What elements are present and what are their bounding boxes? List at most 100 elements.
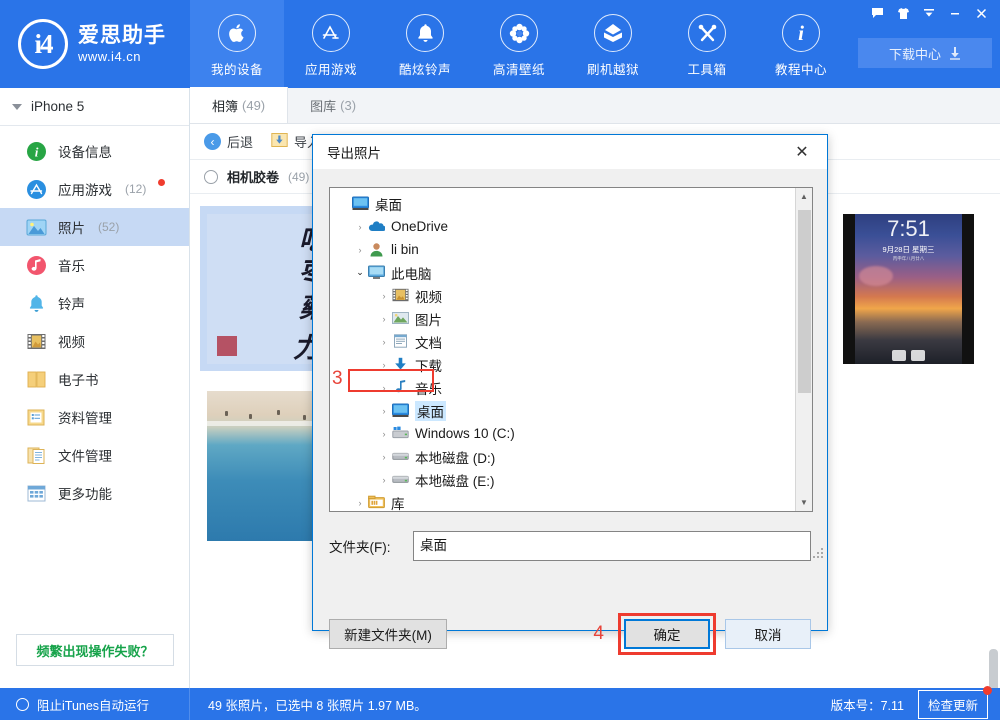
- folder-input[interactable]: 桌面: [413, 531, 811, 561]
- tree-item-label: 视频: [415, 286, 442, 306]
- tree-item-pictures[interactable]: › 图片: [336, 307, 795, 330]
- sidebar-item-data-management[interactable]: 资料管理: [0, 398, 189, 436]
- import-icon: [271, 132, 288, 151]
- sidebar-item-more-features[interactable]: 更多功能: [0, 474, 189, 512]
- tree-expander[interactable]: ›: [352, 222, 368, 232]
- sidebar-item-ringtones[interactable]: 铃声: [0, 284, 189, 322]
- tree-item-windows-c[interactable]: › Windows 10 (C:): [336, 422, 795, 445]
- tree-expander[interactable]: ›: [352, 498, 368, 508]
- check-update-label: 检查更新: [928, 699, 978, 713]
- nav-item-flash-jailbreak[interactable]: 刷机越狱: [566, 0, 660, 88]
- sidebar-item-apps-games[interactable]: 应用游戏 (12): [0, 170, 189, 208]
- tree-expander[interactable]: ›: [376, 383, 392, 393]
- close-icon[interactable]: [968, 2, 994, 24]
- tree-expander[interactable]: ›: [376, 337, 392, 347]
- tab-count: (3): [340, 98, 356, 113]
- sidebar-item-ebooks[interactable]: 电子书: [0, 360, 189, 398]
- album-select-radio[interactable]: [204, 170, 218, 184]
- info-icon: i: [26, 141, 47, 162]
- close-icon[interactable]: ✕: [787, 138, 817, 166]
- block-itunes-toggle[interactable]: 阻止iTunes自动运行: [0, 688, 190, 720]
- tree-item-user[interactable]: › li bin: [336, 238, 795, 261]
- nav-item-apps-games[interactable]: 应用游戏: [284, 0, 378, 88]
- nav-item-ringtones[interactable]: 酷炫铃声: [378, 0, 472, 88]
- tree-item-onedrive[interactable]: › OneDrive: [336, 215, 795, 238]
- sidebar-item-music[interactable]: 音乐: [0, 246, 189, 284]
- dialog-title-bar: 导出照片 ✕: [313, 135, 827, 169]
- desktop-icon: [392, 403, 410, 419]
- desktop-icon: [352, 196, 370, 212]
- tree-expander[interactable]: ›: [376, 314, 392, 324]
- nav-label: 教程中心: [775, 59, 827, 78]
- device-selector[interactable]: iPhone 5: [0, 88, 189, 126]
- tree-item-label: 下载: [415, 355, 442, 375]
- tree-item-this-pc[interactable]: ⌄ 此电脑: [336, 261, 795, 284]
- ok-button[interactable]: 确定: [624, 619, 710, 649]
- tree-expander[interactable]: ›: [376, 429, 392, 439]
- feedback-icon[interactable]: [864, 2, 890, 24]
- lockscreen-date: 9月28日 星期三: [855, 244, 962, 255]
- nav-item-my-device[interactable]: 我的设备: [190, 0, 284, 88]
- tab-albums[interactable]: 相簿 (49): [190, 87, 288, 123]
- tree-scrollbar[interactable]: ▲ ▼: [795, 188, 812, 511]
- back-button[interactable]: ‹ 后退: [204, 132, 253, 151]
- skin-icon[interactable]: [890, 2, 916, 24]
- app-header: i4 爱思助手 www.i4.cn 我的设备 应用游戏: [0, 0, 1000, 88]
- sidebar-item-photos[interactable]: 照片 (52): [0, 208, 189, 246]
- tree-item-documents[interactable]: › 文档: [336, 330, 795, 353]
- nav-item-wallpapers[interactable]: 高清壁纸: [472, 0, 566, 88]
- tree-item-libraries[interactable]: › 库: [336, 491, 795, 511]
- album-name: 相机胶卷: [227, 167, 279, 186]
- chevron-down-icon: [12, 104, 22, 110]
- tree-expander[interactable]: ›: [376, 291, 392, 301]
- sidebar-item-label: 资料管理: [58, 407, 112, 427]
- nav-label: 高清壁纸: [493, 59, 545, 78]
- download-center-button[interactable]: 下载中心: [858, 38, 992, 68]
- appstore-icon: [26, 179, 47, 200]
- folder-field-label: 文件夹(F):: [329, 536, 403, 556]
- windrive-icon: [392, 426, 410, 442]
- tree-item-desktop-selected[interactable]: › 桌面: [336, 399, 795, 422]
- tree-item-label: 桌面: [415, 401, 446, 421]
- content-scrollbar[interactable]: [989, 649, 998, 688]
- nav-item-toolbox[interactable]: 工具箱: [660, 0, 754, 88]
- sidebar-item-video[interactable]: 视频: [0, 322, 189, 360]
- scroll-up-icon[interactable]: ▲: [796, 188, 813, 205]
- ok-button-highlight: 确定: [618, 613, 716, 655]
- tree-expander[interactable]: ⌄: [352, 267, 368, 278]
- status-bar: 阻止iTunes自动运行 49 张照片，已选中 8 张照片 1.97 MB。 版…: [0, 688, 1000, 720]
- minimize-icon[interactable]: [942, 2, 968, 24]
- tree-item-music[interactable]: › 音乐: [336, 376, 795, 399]
- tree-expander[interactable]: ›: [376, 452, 392, 462]
- tree-expander[interactable]: ›: [376, 475, 392, 485]
- onedrive-icon: [368, 219, 386, 235]
- bell-icon: [406, 14, 444, 52]
- cancel-button[interactable]: 取消: [725, 619, 811, 649]
- video-icon: [26, 331, 47, 352]
- sidebar-item-label: 文件管理: [58, 445, 112, 465]
- tree-item-desktop-root[interactable]: 桌面: [336, 192, 795, 215]
- tree-item-downloads[interactable]: › 下载: [336, 353, 795, 376]
- folder-tree[interactable]: 桌面 › OneDrive › li bin: [329, 187, 813, 512]
- scroll-down-icon[interactable]: ▼: [796, 494, 813, 511]
- photo-icon: [26, 217, 47, 238]
- nav-item-tutorials[interactable]: i 教程中心: [754, 0, 848, 88]
- sidebar-item-file-management[interactable]: 文件管理: [0, 436, 189, 474]
- tree-item-videos[interactable]: › 视频: [336, 284, 795, 307]
- tree-item-local-disk-d[interactable]: › 本地磁盘 (D:): [336, 445, 795, 468]
- check-update-button[interactable]: 检查更新: [918, 690, 988, 719]
- sidebar-item-device-info[interactable]: i 设备信息: [0, 132, 189, 170]
- tab-gallery[interactable]: 图库 (3): [288, 87, 378, 123]
- new-folder-button[interactable]: 新建文件夹(M): [329, 619, 447, 649]
- resize-grip-icon[interactable]: [813, 548, 823, 558]
- tab-label: 相簿: [212, 96, 238, 115]
- scrollbar-thumb[interactable]: [798, 210, 811, 393]
- tree-expander[interactable]: ›: [376, 406, 392, 416]
- tree-item-local-disk-e[interactable]: › 本地磁盘 (E:): [336, 468, 795, 491]
- sidebar-item-label: 设备信息: [58, 141, 112, 161]
- photo-thumbnail[interactable]: 7:51 9月28日 星期三 丙申年八月廿八: [836, 206, 981, 371]
- tree-expander[interactable]: ›: [352, 245, 368, 255]
- menu-icon[interactable]: [916, 2, 942, 24]
- tree-expander[interactable]: ›: [376, 360, 392, 370]
- help-button[interactable]: 频繁出现操作失败？: [16, 634, 174, 666]
